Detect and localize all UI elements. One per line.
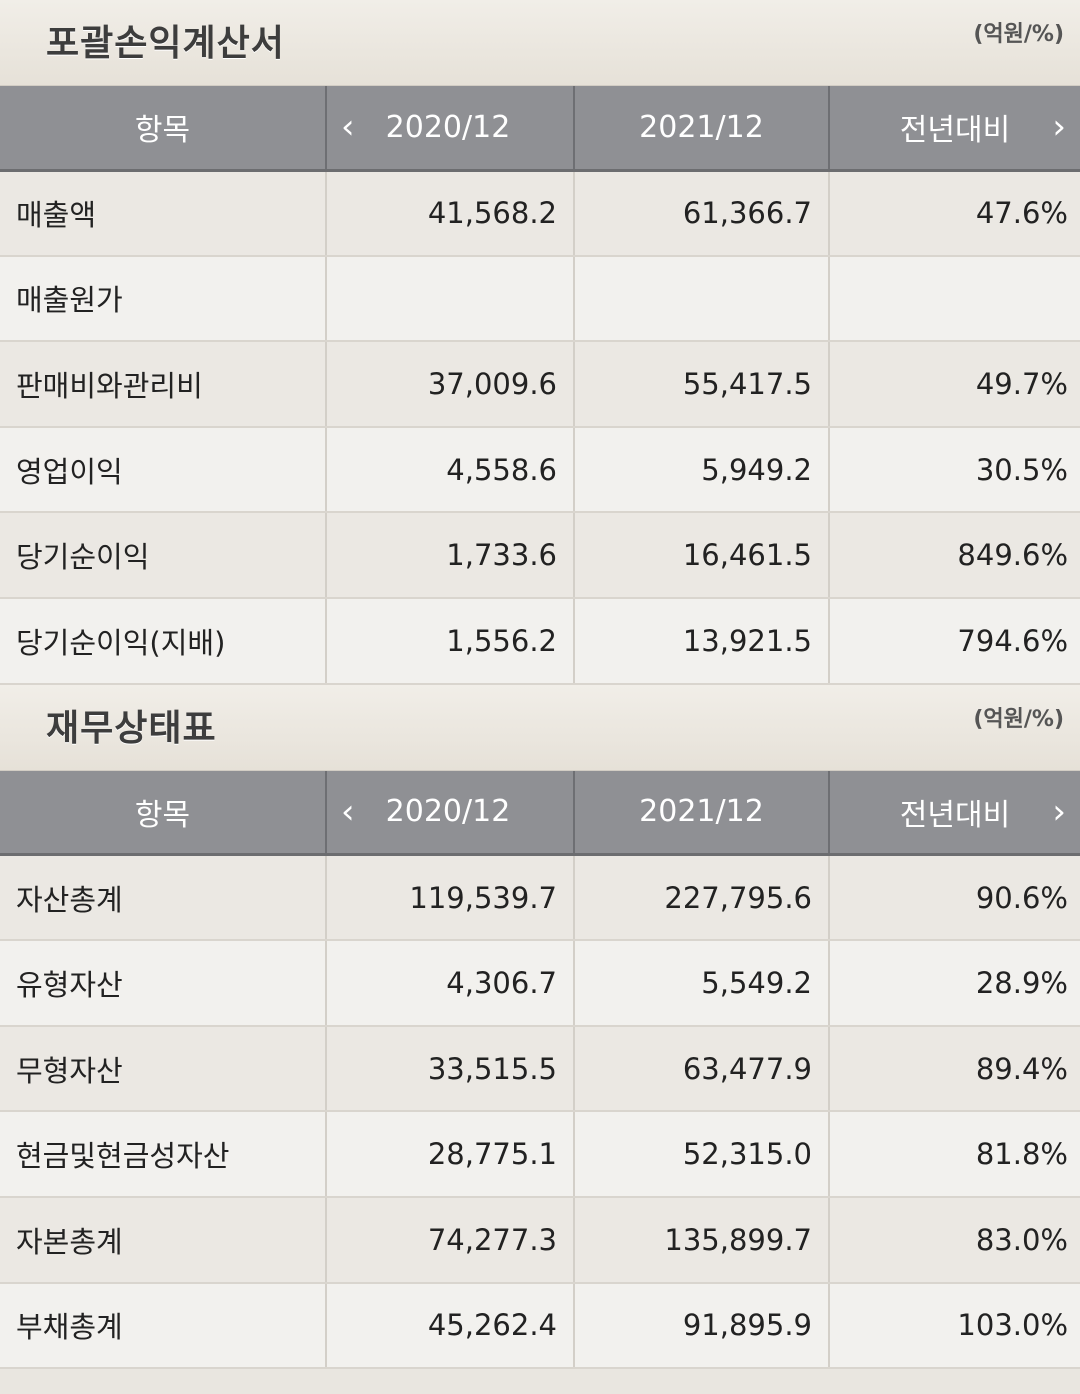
value-2020: 33,515.5	[326, 1025, 575, 1113]
table-row: 당기순이익(지배) 1,556.2 13,921.5 794.6%	[0, 597, 1080, 685]
value-2020: 1,733.6	[326, 512, 575, 599]
row-label: 판매비와관리비	[0, 341, 327, 428]
value-yoy: 30.5%	[829, 426, 1080, 514]
income-section-title: 포괄손익계산서	[46, 23, 285, 64]
table-row: 판매비와관리비 37,009.6 55,417.5 49.7%	[0, 341, 1080, 428]
table-row: 당기순이익 1,733.6 16,461.5 849.6%	[0, 512, 1080, 599]
value-2020: 1,556.2	[326, 597, 575, 685]
value-yoy: 28.9%	[829, 940, 1080, 1027]
value-2021: 16,461.5	[574, 512, 830, 599]
table-row: 부채총계 45,262.4 91,895.9 103.0%	[0, 1282, 1080, 1370]
chevron-left-icon[interactable]: ‹	[341, 107, 355, 147]
col-header-2020-label: 2020/12	[385, 794, 511, 830]
row-label: 자본총계	[0, 1196, 327, 1284]
value-yoy: 90.6%	[829, 854, 1080, 942]
value-2021: 13,921.5	[574, 597, 830, 685]
row-label: 부채총계	[0, 1282, 327, 1370]
value-yoy: 89.4%	[829, 1025, 1080, 1113]
table-row: 영업이익 4,558.6 5,949.2 30.5%	[0, 426, 1080, 514]
balance-unit-label: (억원/%)	[973, 706, 1064, 732]
table-row: 유형자산 4,306.7 5,549.2 28.9%	[0, 940, 1080, 1027]
value-yoy	[829, 255, 1080, 343]
row-label: 유형자산	[0, 940, 327, 1027]
value-yoy: 849.6%	[829, 512, 1080, 599]
value-yoy: 47.6%	[829, 170, 1080, 257]
balance-section-title: 재무상태표	[46, 707, 217, 749]
value-2021: 227,795.6	[574, 854, 830, 942]
row-label: 현금및현금성자산	[0, 1111, 327, 1198]
balance-section-header: 재무상태표 (억원/%)	[0, 684, 1080, 771]
col-header-item: 항목	[0, 86, 327, 172]
row-label: 무형자산	[0, 1025, 327, 1113]
income-section-header: 포괄손익계산서 (억원/%)	[0, 0, 1080, 86]
value-2021	[574, 255, 830, 343]
table-row: 자산총계 119,539.7 227,795.6 90.6%	[0, 854, 1080, 942]
value-yoy: 83.0%	[829, 1196, 1080, 1284]
row-label: 당기순이익(지배)	[0, 597, 327, 685]
income-unit-label: (억원/%)	[973, 22, 1064, 47]
row-label: 자산총계	[0, 854, 327, 942]
row-label: 당기순이익	[0, 512, 327, 599]
value-yoy: 103.0%	[829, 1282, 1080, 1370]
value-2020: 4,306.7	[326, 940, 575, 1027]
value-yoy: 49.7%	[829, 341, 1080, 428]
value-2021: 91,895.9	[574, 1282, 830, 1370]
col-header-2021: 2021/12	[574, 86, 830, 172]
value-yoy: 794.6%	[829, 597, 1080, 685]
col-header-yoy: 전년대비 ›	[829, 86, 1080, 172]
value-2020: 45,262.4	[326, 1282, 575, 1370]
value-2020: 37,009.6	[326, 341, 575, 428]
col-header-2020-label: 2020/12	[385, 109, 511, 145]
balance-table: 항목 ‹ 2020/12 2021/12 전년대비 › 자산총계 119,539…	[0, 770, 1080, 1370]
balance-header-row: 항목 ‹ 2020/12 2021/12 전년대비 ›	[0, 770, 1080, 857]
income-table: 항목 ‹ 2020/12 2021/12 전년대비 › 매출액 41,568.2…	[0, 86, 1080, 685]
table-row: 자본총계 74,277.3 135,899.7 83.0%	[0, 1196, 1080, 1284]
value-2021: 5,949.2	[574, 426, 830, 514]
value-2021: 5,549.2	[574, 940, 830, 1027]
chevron-left-icon[interactable]: ‹	[341, 792, 355, 832]
value-2020: 74,277.3	[326, 1196, 575, 1284]
value-2020: 28,775.1	[326, 1111, 575, 1198]
value-2021: 55,417.5	[574, 341, 830, 428]
col-header-yoy-label: 전년대비	[899, 797, 1011, 833]
col-header-2021: 2021/12	[574, 770, 830, 857]
table-row: 무형자산 33,515.5 63,477.9 89.4%	[0, 1025, 1080, 1113]
value-2021: 52,315.0	[574, 1111, 830, 1198]
col-header-2020: ‹ 2020/12	[326, 86, 575, 172]
chevron-right-icon[interactable]: ›	[1052, 107, 1066, 147]
value-2020	[326, 255, 575, 343]
col-header-2020: ‹ 2020/12	[326, 770, 575, 857]
table-row: 현금및현금성자산 28,775.1 52,315.0 81.8%	[0, 1111, 1080, 1198]
col-header-item: 항목	[0, 770, 327, 857]
value-2020: 41,568.2	[326, 170, 575, 257]
value-yoy: 81.8%	[829, 1111, 1080, 1198]
table-row: 매출액 41,568.2 61,366.7 47.6%	[0, 170, 1080, 257]
value-2021: 61,366.7	[574, 170, 830, 257]
value-2021: 63,477.9	[574, 1025, 830, 1113]
row-label: 매출액	[0, 170, 327, 257]
col-header-yoy: 전년대비 ›	[829, 770, 1080, 857]
row-label: 매출원가	[0, 255, 327, 343]
value-2021: 135,899.7	[574, 1196, 830, 1284]
row-label: 영업이익	[0, 426, 327, 514]
col-header-yoy-label: 전년대비	[899, 113, 1011, 149]
chevron-right-icon[interactable]: ›	[1052, 792, 1066, 832]
table-row: 매출원가	[0, 255, 1080, 343]
value-2020: 4,558.6	[326, 426, 575, 514]
value-2020: 119,539.7	[326, 854, 575, 942]
income-header-row: 항목 ‹ 2020/12 2021/12 전년대비 ›	[0, 86, 1080, 172]
